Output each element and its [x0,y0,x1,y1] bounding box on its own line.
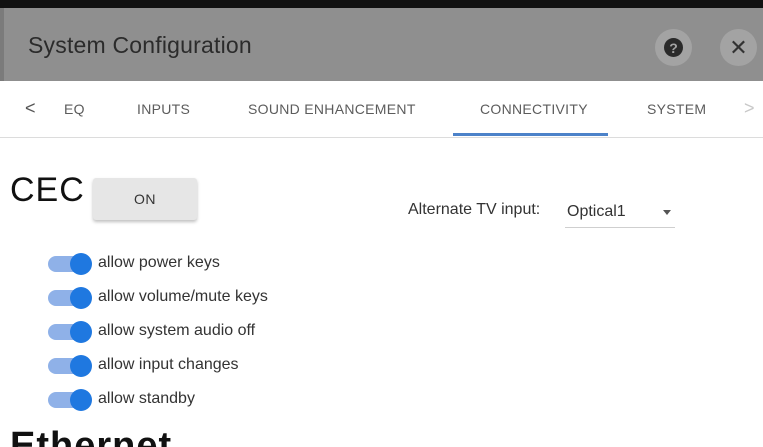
standby-toggle[interactable] [48,389,92,411]
window-edge [0,8,4,81]
title-bar: System Configuration ? ✕ [0,8,763,81]
system-audio-off-label: allow system audio off [98,322,256,339]
cec-heading: CEC [10,171,85,209]
power-keys-toggle[interactable] [48,253,92,275]
power-keys-label: allow power keys [98,254,220,271]
input-changes-label: allow input changes [98,356,239,373]
tab-sound-enhancement[interactable]: SOUND ENHANCEMENT [248,101,416,117]
active-tab-indicator [453,133,608,136]
volume-mute-keys-toggle[interactable] [48,287,92,309]
help-button[interactable]: ? [655,29,692,66]
volume-mute-keys-label: allow volume/mute keys [98,288,268,305]
tab-eq[interactable]: EQ [64,101,85,117]
tabs-next-chevron-icon[interactable]: > [744,98,755,119]
window-title: System Configuration [28,32,252,58]
dropdown-caret-icon [663,210,671,215]
tab-connectivity[interactable]: CONNECTIVITY [480,101,588,117]
ethernet-heading: Ethernet [10,425,173,447]
alternate-tv-input-select[interactable]: Optical1 [565,199,675,228]
cec-on-button[interactable]: ON [93,178,197,220]
toggle-knob [70,287,92,309]
system-audio-off-toggle[interactable] [48,321,92,343]
system-configuration-window: System Configuration ? ✕ < EQ INPUTS SOU… [0,8,763,447]
standby-label: allow standby [98,390,195,407]
toggle-knob [70,389,92,411]
tab-bar: < EQ INPUTS SOUND ENHANCEMENT CONNECTIVI… [0,81,763,138]
toggle-knob [70,321,92,343]
toggle-knob [70,355,92,377]
tab-inputs[interactable]: INPUTS [137,101,190,117]
tabs-prev-chevron-icon[interactable]: < [25,98,36,119]
input-changes-toggle[interactable] [48,355,92,377]
close-icon: ✕ [729,34,748,60]
alternate-tv-input-label: Alternate TV input: [408,201,541,218]
close-button[interactable]: ✕ [720,29,757,66]
toggle-knob [70,253,92,275]
tab-system[interactable]: SYSTEM [647,101,706,117]
question-circle-icon: ? [664,38,683,57]
alternate-tv-input-value: Optical1 [567,203,626,220]
